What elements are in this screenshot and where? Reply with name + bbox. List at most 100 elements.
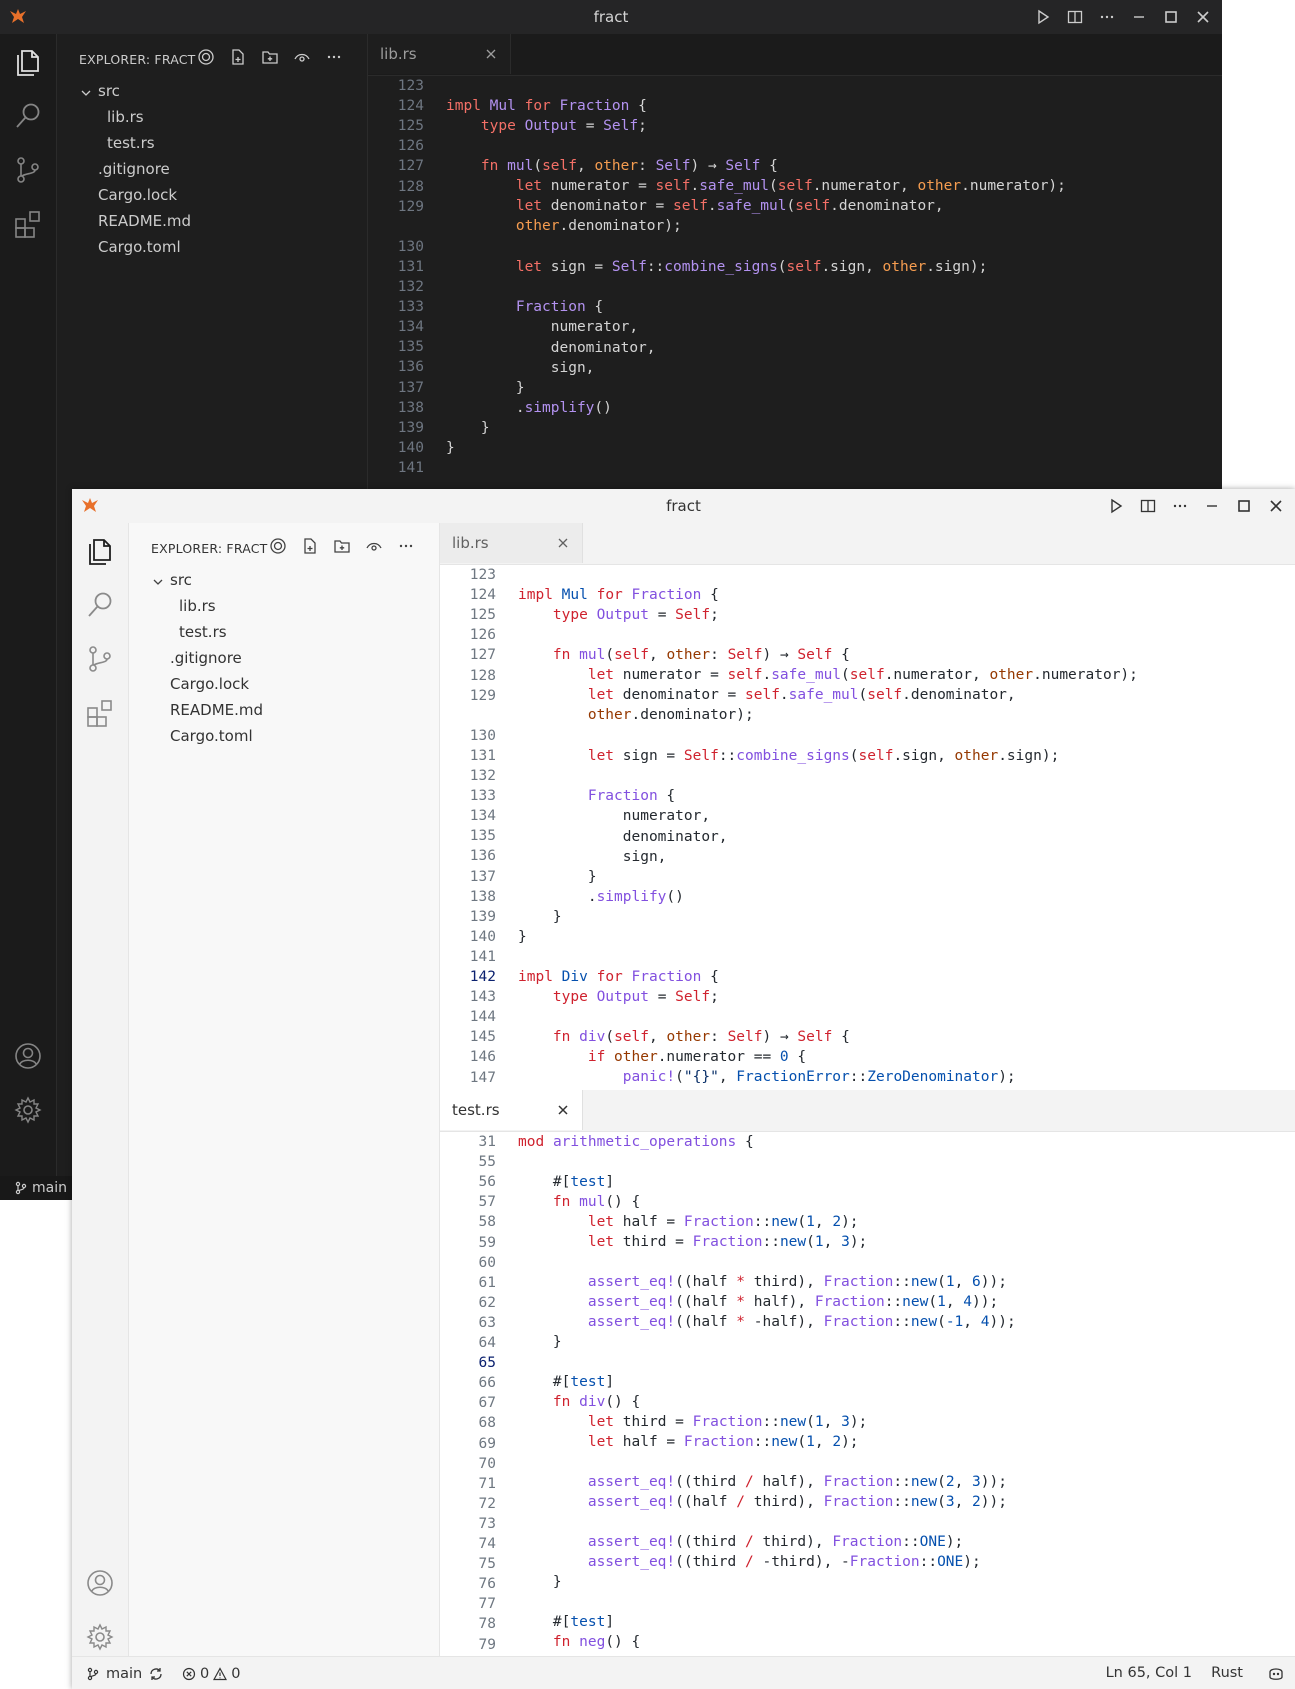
activity-bar bbox=[72, 523, 129, 1656]
close-icon[interactable] bbox=[1190, 4, 1216, 30]
account-icon[interactable] bbox=[84, 1567, 116, 1599]
minimize-icon[interactable] bbox=[1126, 4, 1152, 30]
maximize-icon[interactable] bbox=[1158, 4, 1184, 30]
line-number: 124 bbox=[469, 587, 496, 604]
language-mode[interactable]: Rust bbox=[1211, 1657, 1243, 1689]
tree-file-cargo-lock[interactable]: Cargo.lock bbox=[98, 186, 177, 204]
split-editor-icon[interactable] bbox=[1062, 4, 1088, 30]
search-icon[interactable] bbox=[12, 100, 44, 132]
target-icon[interactable] bbox=[267, 535, 289, 557]
tree-folder-src[interactable]: src bbox=[98, 82, 120, 100]
more-icon[interactable] bbox=[1167, 493, 1193, 519]
play-icon[interactable] bbox=[1103, 493, 1129, 519]
sync-icon[interactable] bbox=[148, 1666, 164, 1682]
line-number: 138 bbox=[397, 399, 424, 416]
problems-indicator[interactable]: 0 0 bbox=[182, 1657, 240, 1689]
eye-icon[interactable] bbox=[291, 46, 313, 68]
files-icon[interactable] bbox=[84, 535, 116, 567]
line-number: 71 bbox=[478, 1475, 496, 1492]
tab-label: test.rs bbox=[452, 1101, 500, 1119]
warning-icon bbox=[213, 1666, 228, 1680]
tree-file-test-rs[interactable]: test.rs bbox=[107, 134, 155, 152]
line-number: 63 bbox=[478, 1314, 496, 1331]
tree-file-lib-rs[interactable]: lib.rs bbox=[179, 597, 216, 615]
files-icon[interactable] bbox=[12, 46, 44, 78]
settings-icon[interactable] bbox=[84, 1621, 116, 1653]
tree-file-cargo-lock[interactable]: Cargo.lock bbox=[170, 675, 249, 693]
line-number: 140 bbox=[397, 439, 424, 456]
minimize-icon[interactable] bbox=[1199, 493, 1225, 519]
tab-lib-rs[interactable]: lib.rs bbox=[440, 523, 583, 563]
source-control-icon[interactable] bbox=[84, 643, 116, 675]
more-icon[interactable] bbox=[323, 46, 345, 68]
tree-file-cargo-toml[interactable]: Cargo.toml bbox=[98, 238, 181, 256]
line-number: 126 bbox=[469, 627, 496, 644]
line-number: 61 bbox=[478, 1274, 496, 1291]
line-number: 127 bbox=[469, 647, 496, 664]
close-icon[interactable] bbox=[482, 45, 500, 63]
line-number: 131 bbox=[397, 258, 424, 275]
line-number: 142 bbox=[469, 969, 496, 985]
line-number: 76 bbox=[478, 1576, 496, 1593]
code-area-top[interactable]: 123 124 125 126 127 128 129 130 131 132 133 134 135 1… bbox=[440, 565, 1295, 1089]
branch-label: main bbox=[106, 1665, 143, 1682]
tree-file-readme[interactable]: README.md bbox=[170, 701, 263, 719]
more-icon[interactable] bbox=[1094, 4, 1120, 30]
line-number: 69 bbox=[478, 1435, 496, 1452]
source-control-icon[interactable] bbox=[12, 154, 44, 186]
copilot-icon[interactable] bbox=[1267, 1665, 1285, 1683]
tree-file-readme[interactable]: README.md bbox=[98, 212, 191, 230]
extensions-icon[interactable] bbox=[84, 697, 116, 729]
line-number: 125 bbox=[469, 607, 496, 624]
maximize-icon[interactable] bbox=[1231, 493, 1257, 519]
settings-icon[interactable] bbox=[12, 1094, 44, 1126]
status-branch[interactable]: main bbox=[86, 1657, 164, 1689]
tree-file-gitignore[interactable]: .gitignore bbox=[170, 649, 242, 667]
target-icon[interactable] bbox=[195, 46, 217, 68]
explorer-header: EXPLORER: FRACT bbox=[79, 52, 196, 67]
status-branch[interactable]: main bbox=[0, 1176, 72, 1200]
editor-area: lib.rs 123 124 125 126 127 128 129 130 131 132 133… bbox=[440, 523, 1295, 1656]
tree-folder-src[interactable]: src bbox=[170, 571, 192, 589]
close-icon[interactable] bbox=[554, 1101, 572, 1119]
code-area-bottom[interactable]: 31 55 56 57 58 59 60 61 62 63 64 65 66 67 68 69 70 71 72 73… bbox=[440, 1132, 1295, 1656]
tree-file-cargo-toml[interactable]: Cargo.toml bbox=[170, 727, 253, 745]
search-icon[interactable] bbox=[84, 589, 116, 621]
close-icon[interactable] bbox=[1263, 493, 1289, 519]
line-number: 73 bbox=[478, 1515, 496, 1532]
more-icon[interactable] bbox=[395, 535, 417, 557]
line-number: 143 bbox=[469, 989, 496, 1006]
line-number: 79 bbox=[478, 1636, 496, 1653]
new-file-icon[interactable] bbox=[299, 535, 321, 557]
eye-icon[interactable] bbox=[363, 535, 385, 557]
line-number: 128 bbox=[397, 178, 424, 195]
line-number: 144 bbox=[469, 1009, 496, 1026]
branch-label: main bbox=[32, 1180, 67, 1196]
line-number: 133 bbox=[397, 299, 424, 316]
line-number: 132 bbox=[469, 768, 496, 784]
line-number: 60 bbox=[478, 1254, 496, 1271]
tree-file-test-rs[interactable]: test.rs bbox=[179, 623, 227, 641]
line-number: 31 bbox=[478, 1134, 496, 1150]
line-number: 146 bbox=[469, 1049, 496, 1066]
tab-lib-rs[interactable]: lib.rs bbox=[368, 34, 511, 74]
tree-file-gitignore[interactable]: .gitignore bbox=[98, 160, 170, 178]
warning-count: 0 bbox=[231, 1665, 241, 1682]
cursor-position[interactable]: Ln 65, Col 1 bbox=[1106, 1657, 1192, 1689]
extensions-icon[interactable] bbox=[12, 208, 44, 240]
new-folder-icon[interactable] bbox=[331, 535, 353, 557]
play-icon[interactable] bbox=[1030, 4, 1056, 30]
new-folder-icon[interactable] bbox=[259, 46, 281, 68]
tree-file-lib-rs[interactable]: lib.rs bbox=[107, 108, 144, 126]
new-file-icon[interactable] bbox=[227, 46, 249, 68]
light-window: fract EXPLORER: FRACT src lib.rs test.rs… bbox=[72, 489, 1295, 1689]
line-number: 130 bbox=[469, 727, 496, 744]
tab-test-rs[interactable]: test.rs bbox=[440, 1090, 583, 1130]
split-editor-icon[interactable] bbox=[1135, 493, 1161, 519]
line-number: 135 bbox=[397, 339, 424, 356]
line-number: 65 bbox=[478, 1355, 496, 1372]
line-number: 64 bbox=[478, 1335, 496, 1351]
close-icon[interactable] bbox=[554, 534, 572, 552]
account-icon[interactable] bbox=[12, 1040, 44, 1072]
tab-label: lib.rs bbox=[380, 45, 417, 63]
